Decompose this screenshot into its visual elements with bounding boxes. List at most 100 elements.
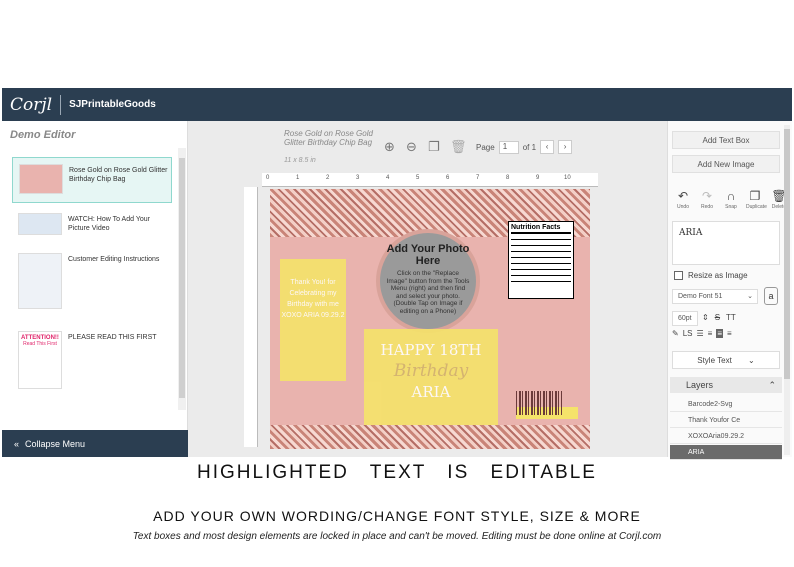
template-label: Customer Editing Instructions (68, 256, 160, 263)
template-thumbnail (19, 164, 63, 194)
redo-button[interactable]: ↷ Redo (698, 189, 716, 210)
chevron-up-icon: ⌃ (768, 380, 776, 390)
headline-caption: HIGHLIGHTED TEXT IS EDITABLE (197, 462, 597, 483)
layer-item-selected[interactable]: ARIA (670, 445, 782, 460)
shop-name[interactable]: SJPrintableGoods (69, 99, 156, 110)
nutrition-facts-title: Nutrition Facts (511, 224, 571, 234)
layers-header[interactable]: Layers ⌃ (670, 377, 782, 393)
add-new-image-button[interactable]: Add New Image (672, 155, 780, 173)
attention-subtext: Read This First (23, 341, 57, 347)
zoom-out-icon[interactable]: ⊖ (406, 139, 417, 155)
next-page-button[interactable]: › (558, 140, 573, 154)
photo-placeholder[interactable]: Add Your Photo Here Click on the "Replac… (376, 229, 480, 333)
text-content-input[interactable]: ARIA (672, 221, 780, 265)
page-number-input[interactable]: 1 (498, 140, 519, 154)
duplicate-button[interactable]: ❐ Duplicate (746, 189, 767, 210)
subhead-caption: ADD YOUR OWN WORDING/CHANGE FONT STYLE, … (153, 508, 641, 524)
left-scrollbar[interactable] (178, 148, 186, 410)
align-center-icon[interactable]: ≡ (716, 329, 724, 338)
page-navigator: Page 1 of 1 ‹ › (476, 140, 573, 154)
snap-label: Snap (725, 204, 737, 210)
font-family-select[interactable]: Demo Font 51 ⌄ (672, 289, 758, 304)
text-color-icon[interactable]: a (764, 287, 778, 305)
style-text-dropdown[interactable]: Style Text ⌄ (672, 351, 780, 369)
document-size: 11 x 8.5 in (284, 157, 316, 164)
photo-placeholder-title: Add Your Photo Here (386, 243, 470, 267)
thank-you-text: Thank You! for Celebrating my Birthday w… (281, 279, 345, 319)
template-item-chip-bag[interactable]: Rose Gold on Rose Gold Glitter Birthday … (12, 157, 172, 203)
chevron-down-icon: ⌄ (747, 293, 753, 300)
ruler-tick: 9 (536, 175, 540, 181)
delete-page-icon[interactable]: 🗑 (450, 139, 467, 155)
align-left-icon[interactable]: ≡ (708, 329, 713, 338)
zoom-in-icon[interactable]: ⊕ (384, 139, 395, 155)
ruler-horizontal: 0 1 2 3 4 5 6 7 8 9 10 (262, 173, 598, 187)
design-canvas[interactable]: Thank You! for Celebrating my Birthday w… (270, 189, 590, 449)
style-text-label: Style Text (697, 356, 732, 365)
font-size-value: 60pt (678, 315, 692, 322)
template-item-instructions[interactable]: Customer Editing Instructions (12, 247, 172, 309)
resize-checkbox[interactable] (674, 271, 683, 280)
layer-label: Thank Youfor Ce (688, 417, 741, 424)
corjl-logo[interactable]: Corjl (10, 94, 62, 115)
list-icon[interactable]: ☰ (697, 329, 704, 338)
collapse-menu-label: Collapse Menu (25, 438, 86, 449)
right-scrollbar[interactable] (784, 125, 790, 455)
document-name: Rose Gold on Rose Gold Glitter Birthday … (284, 129, 373, 147)
uppercase-icon[interactable]: TT (726, 313, 736, 322)
note-caption: Text boxes and most design elements are … (132, 531, 662, 542)
tools-panel: Add Text Box Add New Image ↶ Undo ↷ Redo ∩… (667, 121, 792, 460)
ruler-tick: 0 (266, 175, 270, 181)
editor-canvas-area: Rose Gold on Rose Gold Glitter Birthday … (188, 121, 667, 457)
duplicate-label: Duplicate (746, 204, 767, 210)
letter-spacing-icon[interactable]: LS (683, 329, 693, 338)
ruler-vertical (244, 187, 258, 447)
font-size-select[interactable]: 60pt (672, 311, 698, 326)
template-item-video[interactable]: WATCH: How To Add Your Picture Video (12, 207, 172, 243)
add-text-box-button[interactable]: Add Text Box (672, 131, 780, 149)
glitter-band-bottom (270, 425, 590, 449)
format-row: ⇕ S TT (702, 313, 736, 322)
ruler-tick: 8 (506, 175, 510, 181)
line-height-icon[interactable]: ⇕ (702, 313, 709, 322)
layer-label: Barcode2-Svg (688, 401, 733, 408)
ruler-tick: 2 (326, 175, 330, 181)
template-thumbnail (18, 253, 62, 309)
eyedropper-icon[interactable]: ✎ (672, 329, 679, 338)
template-thumbnail (18, 213, 62, 235)
undo-label: Undo (677, 204, 689, 210)
ruler-tick: 1 (296, 175, 300, 181)
thank-you-text-box[interactable]: Thank You! for Celebrating my Birthday w… (280, 259, 346, 381)
copy-page-icon[interactable]: ❐ (428, 139, 440, 155)
template-label: PLEASE READ THIS FIRST (68, 334, 157, 341)
nutrition-facts-label: Nutrition Facts (508, 221, 574, 299)
template-label: WATCH: How To Add Your Picture Video (68, 216, 150, 232)
left-panel-title: Demo Editor (10, 129, 76, 141)
photo-placeholder-instructions: Click on the "Replace Image" button from… (386, 270, 470, 315)
undo-button[interactable]: ↶ Undo (674, 189, 692, 210)
alignment-row: ✎ LS ☰ ≡ ≡ ≡ (672, 329, 732, 338)
page-label: Page (476, 142, 495, 152)
template-item-read-first[interactable]: ATTENTION!! Read This First PLEASE READ … (12, 325, 172, 395)
align-right-icon[interactable]: ≡ (727, 329, 732, 338)
snap-button[interactable]: ∩ Snap (722, 189, 740, 210)
left-panel: Demo Editor Rose Gold on Rose Gold Glitt… (2, 121, 188, 457)
happy-birthday-text: HAPPY 18TH (380, 341, 482, 359)
ruler-tick: 6 (446, 175, 450, 181)
layer-label: XOXOAria09.29.2 (688, 433, 745, 440)
ruler-tick: 5 (416, 175, 420, 181)
ruler-tick: 7 (476, 175, 480, 181)
layer-item[interactable]: Barcode2-Svg (670, 397, 782, 412)
redo-label: Redo (701, 204, 713, 210)
birthday-script-text: Birthday (393, 361, 469, 381)
layer-item[interactable]: XOXOAria09.29.2 (670, 429, 782, 444)
template-thumbnail: ATTENTION!! Read This First (18, 331, 62, 389)
strikethrough-icon[interactable]: S (715, 313, 720, 322)
resize-as-image-option[interactable]: Resize as Image (674, 271, 748, 280)
layer-item[interactable]: Thank Youfor Ce (670, 413, 782, 428)
prev-page-button[interactable]: ‹ (540, 140, 555, 154)
chevron-down-icon: ⌄ (748, 356, 755, 365)
birthday-text-box[interactable]: HAPPY 18TH Birthday ARIA (364, 329, 498, 425)
layer-label: ARIA (688, 449, 705, 456)
collapse-menu-button[interactable]: « Collapse Menu (2, 430, 188, 457)
